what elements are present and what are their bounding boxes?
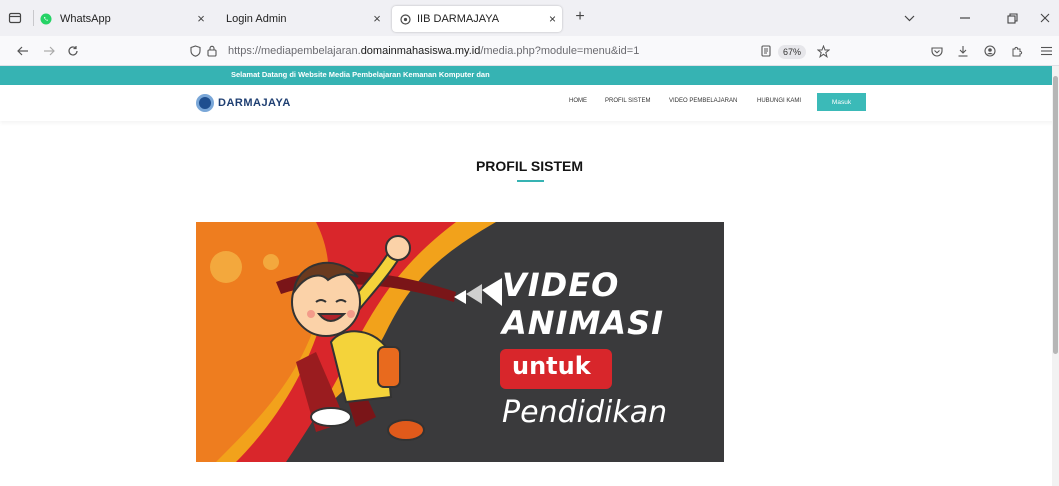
back-arrow-icon[interactable] (16, 44, 30, 58)
tab-overview-icon[interactable] (6, 9, 24, 27)
reader-view-icon[interactable] (759, 44, 773, 58)
tab-label: Login Admin (226, 13, 287, 25)
site-header: DARMAJAYA HOME PROFIL SISTEM VIDEO PEMBE… (0, 85, 1059, 121)
download-icon[interactable] (956, 44, 970, 58)
section-title-underline (517, 180, 544, 182)
section-title: PROFIL SISTEM (475, 158, 584, 174)
page-scrollbar-thumb[interactable] (1053, 76, 1058, 354)
whatsapp-icon (40, 13, 52, 25)
banner-text-untuk: untuk (512, 352, 591, 380)
minimize-window-icon[interactable] (958, 11, 972, 25)
nav-profil-sistem[interactable]: PROFIL SISTEM (605, 98, 650, 104)
tracking-protection-shield-icon[interactable] (188, 44, 202, 58)
url-path: /media.php?module=menu&id=1 (480, 45, 640, 57)
nav-home[interactable]: HOME (569, 98, 587, 104)
close-tab-login-admin-icon[interactable]: × (370, 11, 384, 26)
new-tab-icon[interactable]: + (572, 8, 588, 25)
zoom-level-badge[interactable]: 67% (778, 45, 807, 59)
extensions-icon[interactable] (1010, 44, 1024, 58)
browser-tab-strip: WhatsApp × Login Admin × IIB DARMAJAYA ×… (0, 0, 1059, 36)
url-host: domainmahasiswa.my.id (360, 45, 481, 57)
tab-divider (33, 10, 34, 26)
close-window-icon[interactable] (1038, 11, 1052, 25)
close-tab-iib-darmajaya-icon[interactable]: × (549, 12, 556, 26)
globe-icon (400, 13, 411, 25)
browser-navigation-bar: https://mediapembelajaran. domainmahasisw… (0, 36, 1059, 66)
nav-hubungi-kami[interactable]: HUBUNGI KAMI (757, 98, 801, 104)
tab-label: WhatsApp (60, 13, 111, 25)
url-prefix: https://mediapembelajaran. (228, 45, 361, 57)
tab-whatsapp[interactable]: WhatsApp (38, 6, 188, 32)
bookmark-star-icon[interactable] (815, 43, 831, 59)
banner-text-pendidikan: Pendidikan (502, 395, 668, 430)
list-all-tabs-icon[interactable] (902, 11, 916, 25)
nav-video-pembelajaran[interactable]: VIDEO PEMBELAJARAN (669, 98, 737, 104)
video-animasi-banner: VIDEO ANIMASI untuk Pendidikan (196, 222, 724, 462)
tab-login-admin[interactable]: Login Admin (218, 6, 384, 32)
tab-label: IIB DARMAJAYA (417, 13, 500, 25)
site-logo[interactable]: DARMAJAYA (196, 93, 291, 113)
restore-window-icon[interactable] (1005, 11, 1019, 25)
welcome-text: Selamat Datang di Website Media Pembelaj… (231, 70, 490, 79)
pocket-icon[interactable] (930, 44, 944, 58)
tab-iib-darmajaya[interactable]: IIB DARMAJAYA × (392, 6, 562, 32)
account-icon[interactable] (983, 44, 997, 58)
banner-text-video: VIDEO (502, 266, 620, 304)
forward-arrow-icon[interactable] (42, 44, 56, 58)
banner-text-animasi: ANIMASI (502, 304, 665, 342)
welcome-marquee-bar: Selamat Datang di Website Media Pembelaj… (0, 66, 1059, 85)
logo-text: DARMAJAYA (218, 97, 291, 109)
reload-icon[interactable] (66, 44, 80, 58)
app-menu-icon[interactable] (1039, 44, 1053, 58)
darmajaya-logo-icon (196, 94, 214, 112)
close-tab-whatsapp-icon[interactable]: × (194, 11, 208, 26)
masuk-button[interactable]: Masuk (817, 93, 866, 111)
lock-icon[interactable] (205, 44, 219, 58)
